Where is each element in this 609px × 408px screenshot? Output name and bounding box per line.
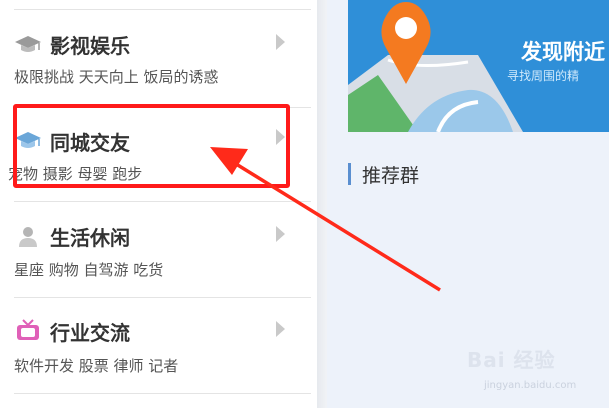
category-title: 生活休闲 — [50, 226, 130, 250]
divider — [14, 393, 311, 394]
category-subtitle: 极限挑战 天天向上 饭局的诱惑 — [14, 68, 219, 86]
banner-title: 发现附近 — [521, 40, 605, 64]
category-title: 行业交流 — [50, 321, 130, 345]
banner-subtitle: 寻找周围的精 — [507, 69, 580, 83]
baidu-watermark: Bai 经验 — [467, 348, 556, 372]
red-arrow-annotation — [210, 147, 441, 292]
category-title: 影视娱乐 — [50, 34, 130, 58]
tv-icon — [17, 319, 39, 340]
category-subtitle: 星座 购物 自驾游 吃货 — [14, 261, 164, 279]
chevron-right-icon — [276, 34, 285, 50]
nearby-banner[interactable]: 发现附近 寻找周围的精 — [348, 0, 609, 132]
location-pin-icon — [381, 2, 431, 84]
divider — [14, 9, 311, 10]
chevron-right-icon — [276, 321, 285, 337]
graduation-cap-icon — [15, 36, 41, 52]
watermark-url: jingyan.baidu.com — [484, 380, 577, 391]
category-subtitle: 软件开发 股票 律师 记者 — [14, 357, 179, 375]
person-icon — [19, 227, 37, 247]
